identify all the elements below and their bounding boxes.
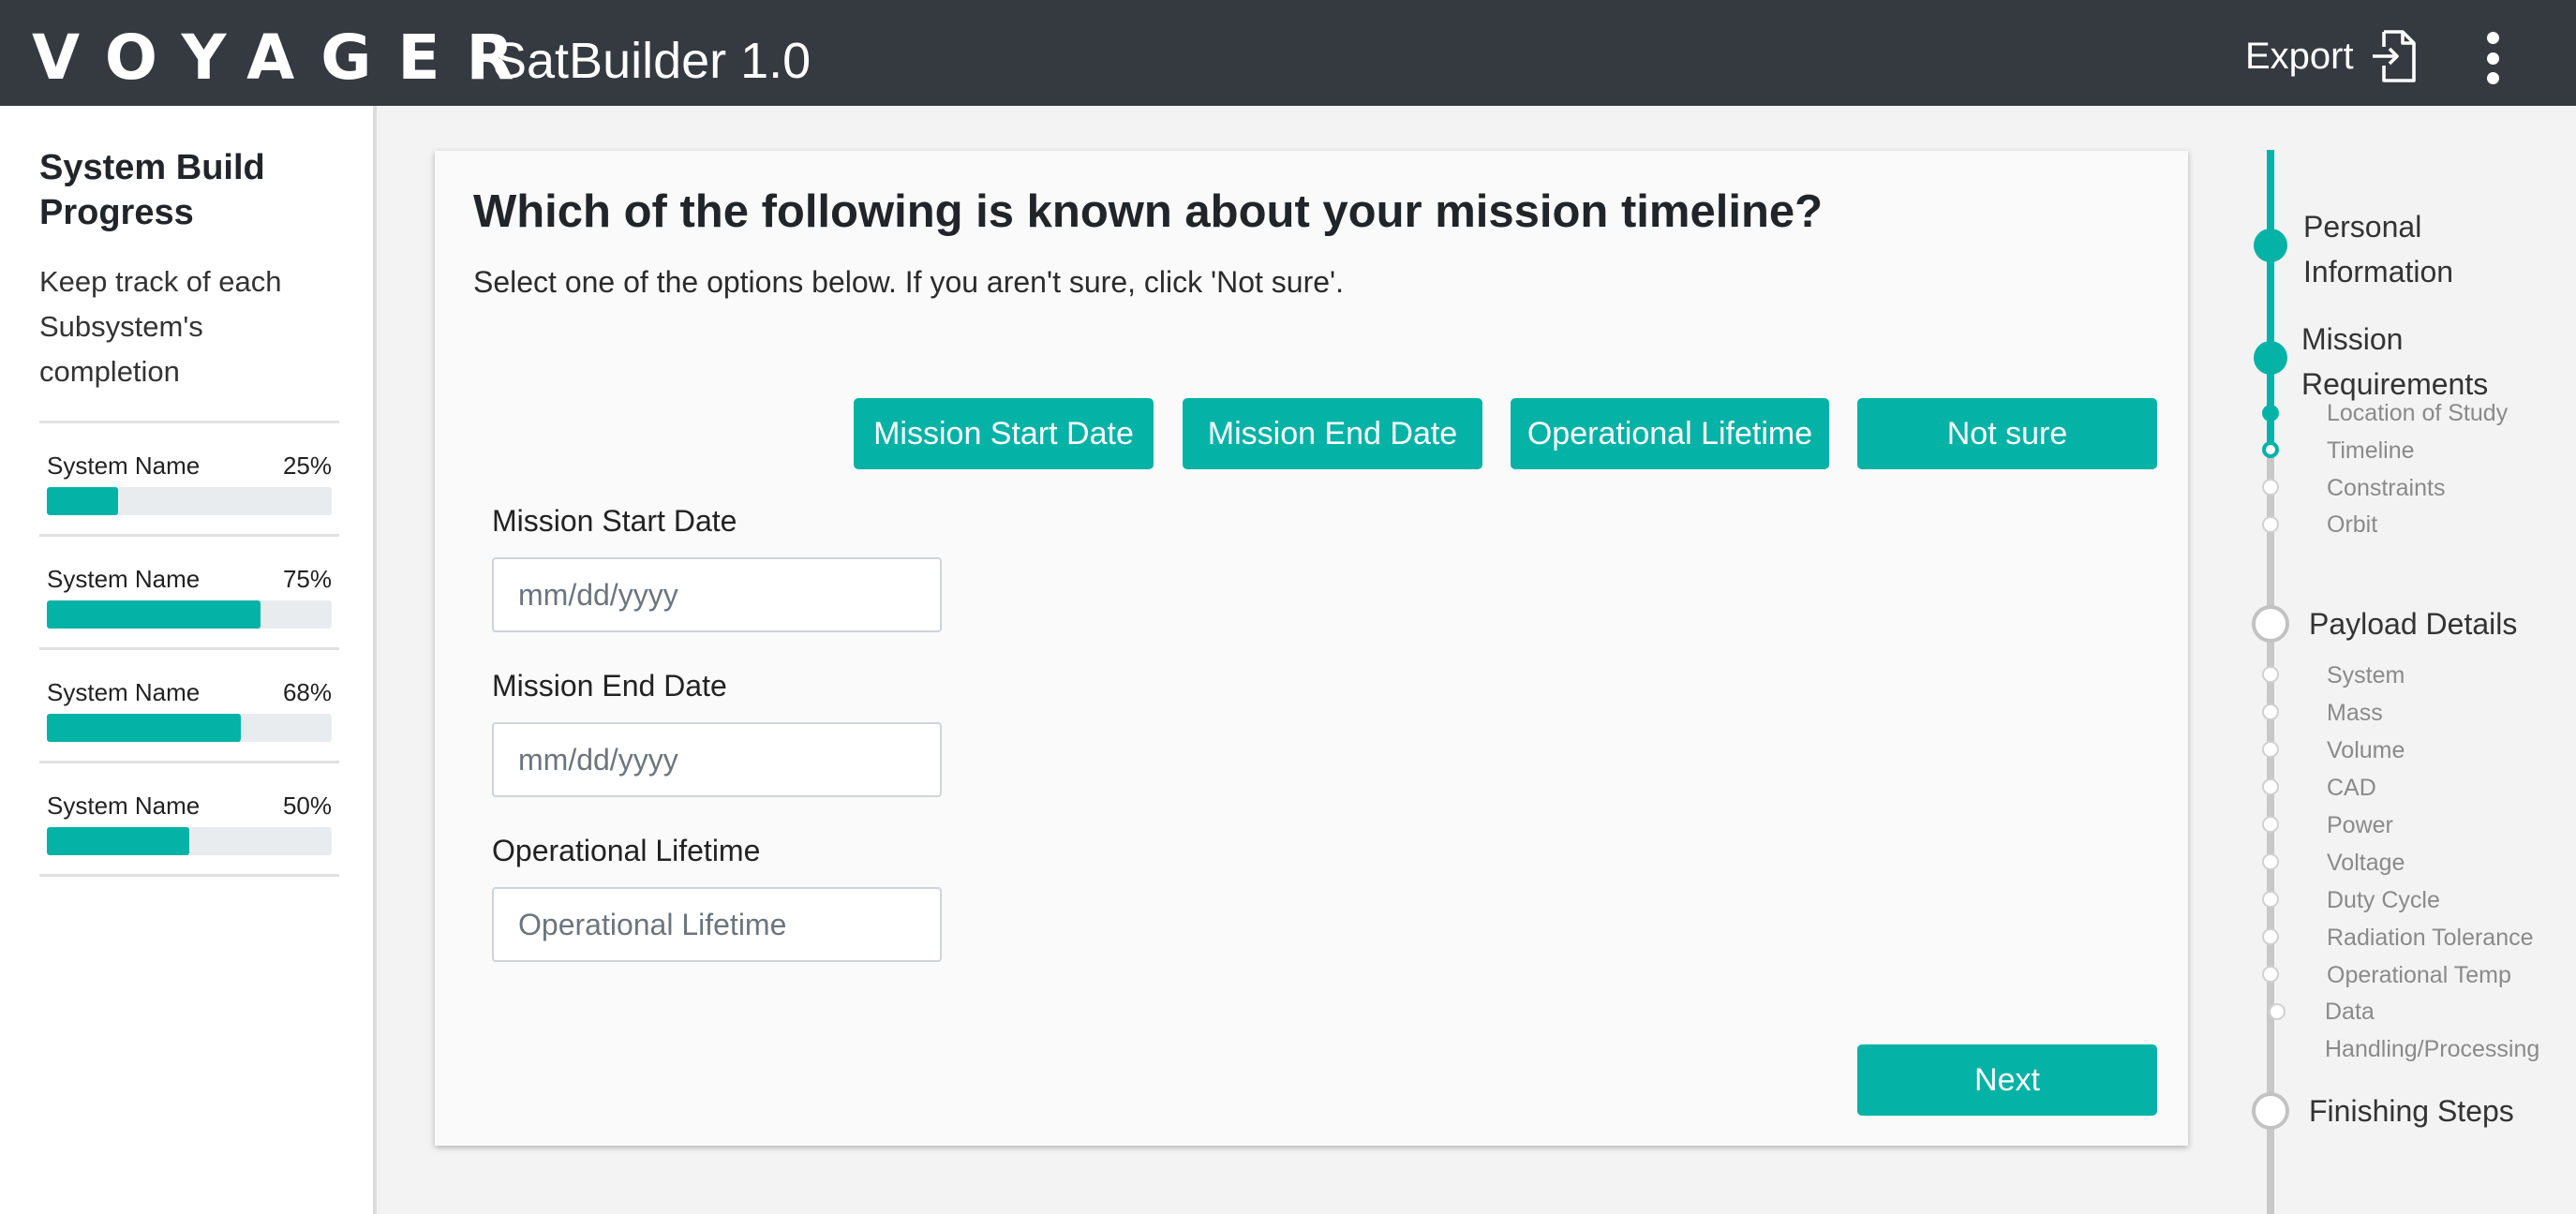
- system-percent: 25%: [282, 452, 332, 480]
- substep-location-of-study[interactable]: Location of Study: [2327, 394, 2508, 432]
- step-payload-details[interactable]: Payload Details: [2309, 601, 2517, 646]
- substep-mass[interactable]: Mass: [2327, 694, 2383, 732]
- step-complete-dot: [2254, 229, 2287, 262]
- progress-fill: [47, 600, 261, 629]
- system-progress-row: System Name 25%: [39, 423, 339, 537]
- substep-dot: [2262, 741, 2279, 758]
- substep-dot: [2262, 853, 2279, 870]
- app-name: SatBuilder 1.0: [493, 33, 812, 89]
- system-name: System Name: [47, 452, 201, 480]
- system-progress-list: System Name 25% System Name 75% System N…: [39, 421, 339, 877]
- step-complete-dot: [2254, 341, 2287, 375]
- substep-volume[interactable]: Volume: [2327, 732, 2405, 769]
- mission-end-date-input[interactable]: [492, 722, 942, 797]
- step-pending-dot: [2252, 1092, 2289, 1130]
- progress-fill: [47, 487, 118, 515]
- progress-fill: [47, 714, 241, 742]
- substep-dot: [2262, 891, 2279, 908]
- progress-bar: [47, 600, 332, 629]
- voyager-logo: VOYAGER: [32, 22, 541, 94]
- progress-sidebar: System Build Progress Keep track of each…: [0, 106, 377, 1214]
- step-finishing-steps[interactable]: Finishing Steps: [2309, 1088, 2514, 1133]
- substep-dot: [2269, 1003, 2286, 1020]
- system-percent: 75%: [282, 565, 332, 593]
- system-name: System Name: [47, 792, 201, 820]
- more-options-icon[interactable]: [2476, 32, 2509, 84]
- substep-power[interactable]: Power: [2327, 807, 2393, 844]
- question-title: Which of the following is known about yo…: [473, 186, 1824, 237]
- option-mission-end-date-button[interactable]: Mission End Date: [1183, 398, 1482, 469]
- progress-bar: [47, 714, 332, 742]
- question-card: Which of the following is known about yo…: [435, 151, 2188, 1146]
- substep-duty-cycle[interactable]: Duty Cycle: [2327, 881, 2440, 919]
- mission-start-date-label: Mission Start Date: [492, 504, 737, 538]
- mission-start-date-input[interactable]: [492, 557, 942, 632]
- mission-end-date-label: Mission End Date: [492, 669, 727, 703]
- substep-orbit[interactable]: Orbit: [2327, 506, 2377, 543]
- next-button[interactable]: Next: [1857, 1044, 2157, 1116]
- step-pending-dot: [2252, 605, 2289, 643]
- system-progress-row: System Name 50%: [39, 763, 339, 877]
- substep-timeline[interactable]: Timeline: [2327, 432, 2415, 469]
- system-name: System Name: [47, 678, 201, 706]
- operational-lifetime-input[interactable]: [492, 887, 942, 962]
- substep-dot: [2262, 516, 2279, 533]
- substep-cad[interactable]: CAD: [2327, 769, 2376, 807]
- substep-dot: [2262, 666, 2279, 683]
- option-mission-start-date-button[interactable]: Mission Start Date: [854, 398, 1154, 469]
- system-name: System Name: [47, 565, 201, 593]
- substep-dot: [2262, 479, 2279, 496]
- export-button[interactable]: Export: [2245, 28, 2418, 84]
- substep-operational-temp[interactable]: Operational Temp: [2327, 956, 2511, 994]
- substep-dot: [2262, 928, 2279, 945]
- substep-dot: [2262, 816, 2279, 833]
- step-mission-requirements[interactable]: Mission Requirements: [2301, 317, 2526, 407]
- sidebar-description: Keep track of each Subsystem's completio…: [39, 265, 282, 388]
- progress-bar: [47, 487, 332, 515]
- substep-data-handling-processing[interactable]: Data Handling/Processing: [2325, 993, 2559, 1068]
- progress-bar: [47, 827, 332, 855]
- option-operational-lifetime-button[interactable]: Operational Lifetime: [1511, 398, 1829, 469]
- system-progress-row: System Name 75%: [39, 537, 339, 650]
- step-personal-information[interactable]: Personal Information: [2303, 204, 2491, 294]
- system-percent: 50%: [282, 792, 332, 820]
- progress-fill: [47, 827, 189, 855]
- sidebar-title: System Build Progress: [39, 148, 265, 232]
- operational-lifetime-label: Operational Lifetime: [492, 834, 761, 867]
- export-label: Export: [2245, 35, 2354, 77]
- substep-system[interactable]: System: [2327, 657, 2405, 694]
- substep-radiation-tolerance[interactable]: Radiation Tolerance: [2327, 919, 2534, 956]
- system-percent: 68%: [282, 678, 332, 706]
- top-bar: VOYAGER SatBuilder 1.0 Export: [0, 0, 2576, 106]
- substep-dot: [2262, 703, 2279, 720]
- progress-stepper: Personal Information Mission Requirement…: [2240, 150, 2576, 1214]
- export-file-icon: [2372, 30, 2416, 82]
- substep-dot: [2262, 778, 2279, 795]
- system-progress-row: System Name 68%: [39, 650, 339, 763]
- option-not-sure-button[interactable]: Not sure: [1857, 398, 2157, 469]
- substep-complete-dot: [2262, 405, 2279, 422]
- substep-active-dot: [2262, 441, 2279, 458]
- substep-constraints[interactable]: Constraints: [2327, 469, 2445, 507]
- substep-dot: [2262, 966, 2279, 983]
- question-instruction: Select one of the options below. If you …: [473, 265, 1345, 299]
- substep-voltage[interactable]: Voltage: [2327, 844, 2405, 881]
